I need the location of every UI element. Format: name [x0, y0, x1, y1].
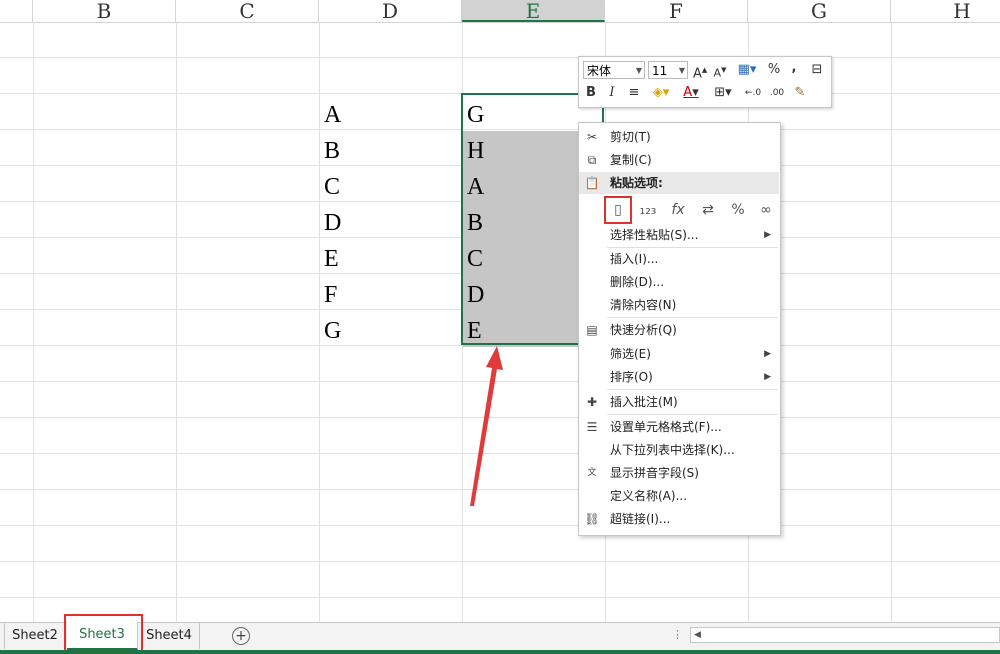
bold-icon[interactable]: B	[585, 84, 597, 102]
context-menu: ✂ 剪切(T) ⧉ 复制(C) 📋 粘贴选项: ▯ ₁₂₃ fx ⇄ % ∞ 选…	[578, 122, 781, 536]
menu-item-insert[interactable]: 插入(I)...	[579, 248, 779, 270]
phonetic-icon: 文	[587, 468, 597, 478]
format-cells-icon: ☰	[586, 420, 598, 434]
decrease-decimal-icon[interactable]: .00	[767, 84, 787, 102]
tab-sheet3[interactable]: Sheet3	[67, 622, 138, 651]
menu-item-phonetic[interactable]: 文 显示拼音字段(S)	[579, 462, 779, 484]
number-format-icon[interactable]: ▦▾	[735, 61, 759, 79]
paste-values-icon[interactable]: ₁₂₃	[636, 198, 660, 222]
menu-item-cut[interactable]: ✂ 剪切(T)	[579, 126, 779, 148]
borders-icon[interactable]: ⊞▾	[711, 84, 735, 102]
sheet-tab-bar: Sheet2 Sheet3 Sheet4 + ⋮ ◀	[0, 614, 1000, 654]
submenu-arrow-icon: ▶	[764, 349, 771, 359]
merge-center-icon[interactable]: ⊟	[809, 61, 825, 79]
tab-sheet2[interactable]: Sheet2	[5, 623, 66, 649]
increase-decimal-icon[interactable]: ←.0	[743, 84, 763, 102]
paste-transpose-icon[interactable]: ⇄	[696, 198, 720, 222]
submenu-arrow-icon: ▶	[764, 230, 771, 240]
paste-formulas-icon[interactable]: fx	[666, 198, 690, 222]
decrease-font-icon[interactable]: A▼	[713, 61, 727, 80]
quick-analysis-icon: ▤	[586, 323, 598, 337]
scroll-left-icon[interactable]: ◀	[694, 628, 701, 642]
percent-icon[interactable]: %	[767, 61, 781, 79]
italic-icon[interactable]: I	[607, 84, 617, 102]
paste-options-header: 📋 粘贴选项:	[579, 172, 779, 194]
comment-icon: ✚	[586, 395, 598, 409]
align-center-icon[interactable]: ≡	[627, 84, 641, 102]
horizontal-scrollbar[interactable]: ◀	[690, 627, 1000, 643]
paste-button[interactable]: ▯	[604, 196, 632, 224]
menu-item-filter[interactable]: 筛选(E) ▶	[579, 343, 779, 365]
submenu-arrow-icon: ▶	[764, 372, 771, 382]
annotation-arrow	[470, 346, 503, 506]
font-color-icon[interactable]: A▾	[679, 84, 703, 102]
comma-icon[interactable]: ,	[789, 59, 799, 77]
paste-formatting-icon[interactable]: %	[726, 198, 750, 222]
add-sheet-button[interactable]: +	[232, 627, 250, 645]
font-size-box[interactable]: 11 ▼	[648, 61, 688, 79]
menu-item-sort[interactable]: 排序(O) ▶	[579, 366, 779, 388]
font-name-box[interactable]: 宋体 ▼	[583, 61, 645, 79]
format-painter-icon[interactable]: ✎	[791, 84, 809, 102]
mini-toolbar: 宋体 ▼ 11 ▼ A▲ A▼ ▦▾ % , ⊟ B I ≡ ◈▾ A▾ ⊞▾ ←.…	[578, 56, 832, 108]
link-icon: ⛓	[584, 512, 600, 526]
menu-item-hyperlink[interactable]: ⛓ 超链接(I)...	[579, 508, 779, 530]
copy-icon: ⧉	[587, 153, 597, 167]
menu-item-clear-contents[interactable]: 清除内容(N)	[579, 294, 779, 316]
menu-item-pick-from-list[interactable]: 从下拉列表中选择(K)...	[579, 439, 779, 461]
paste-link-icon[interactable]: ∞	[754, 198, 778, 222]
menu-item-delete[interactable]: 删除(D)...	[579, 271, 779, 293]
menu-item-format-cells[interactable]: ☰ 设置单元格格式(F)...	[579, 416, 779, 438]
menu-item-quick-analysis[interactable]: ▤ 快速分析(Q)	[579, 319, 779, 341]
fill-color-icon[interactable]: ◈▾	[649, 84, 673, 102]
scroll-split-handle[interactable]: ⋮	[672, 628, 683, 641]
scissors-icon: ✂	[586, 130, 598, 144]
clipboard-icon: 📋	[584, 176, 600, 190]
menu-item-insert-comment[interactable]: ✚ 插入批注(M)	[579, 391, 779, 413]
tab-sheet4[interactable]: Sheet4	[139, 623, 200, 649]
menu-item-define-name[interactable]: 定义名称(A)...	[579, 485, 779, 507]
menu-item-copy[interactable]: ⧉ 复制(C)	[579, 149, 779, 171]
status-bar-accent	[0, 650, 1000, 654]
increase-font-icon[interactable]: A▲	[693, 61, 707, 81]
menu-item-paste-special[interactable]: 选择性粘贴(S)... ▶	[579, 224, 779, 246]
